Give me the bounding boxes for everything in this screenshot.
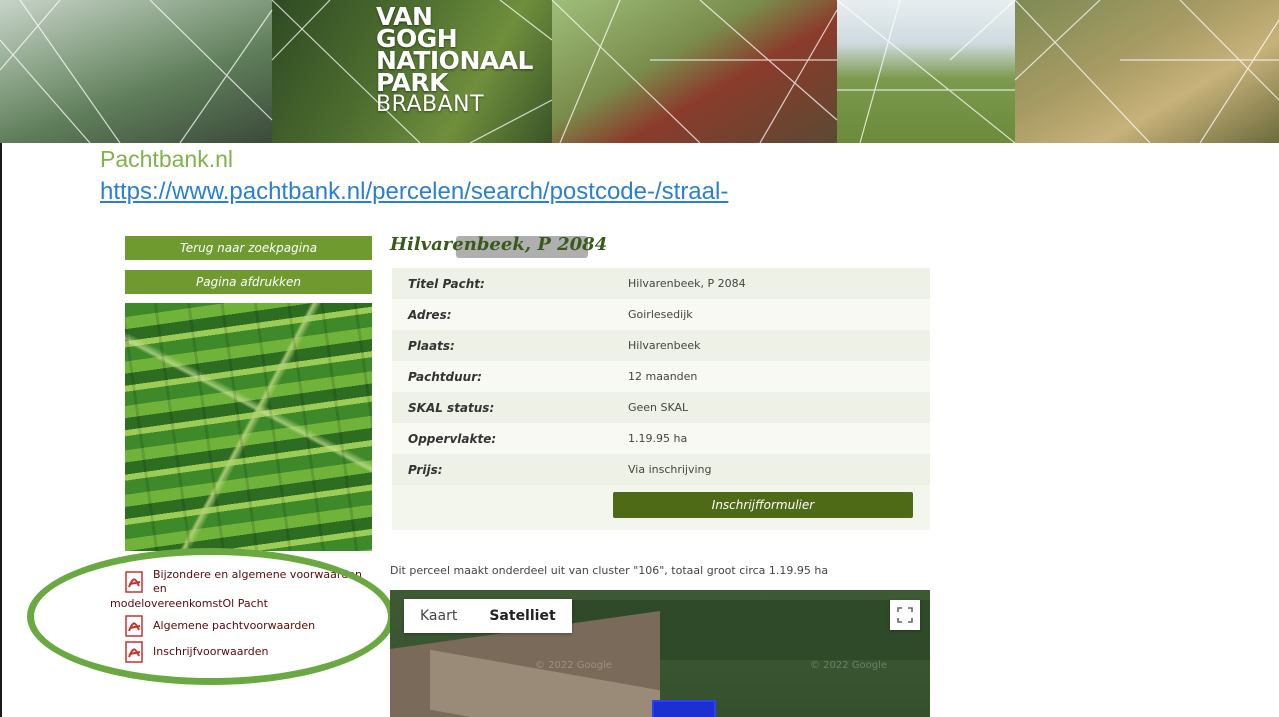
detail-label: Pachtduur: xyxy=(408,369,482,384)
map-watermark: © 2022 Google xyxy=(535,660,613,671)
registration-form-button[interactable]: Inschrijfformulier xyxy=(613,492,913,518)
detail-value: 12 maanden xyxy=(628,370,698,383)
detail-value: Via inschrijving xyxy=(628,463,712,476)
parcel-highlight-polygon[interactable] xyxy=(652,700,716,717)
parcel-details-table: Titel Pacht: Hilvarenbeek, P 2084 Adres:… xyxy=(392,268,930,530)
map-tab-satelliet[interactable]: Satelliet xyxy=(473,599,571,633)
park-logo-text: VAN GOGH NATIONAAL PARK BRABANT xyxy=(376,2,534,117)
map-watermark: © 2022 Google xyxy=(810,660,888,671)
detail-label: Adres: xyxy=(408,307,452,322)
map-tab-kaart[interactable]: Kaart xyxy=(404,599,473,633)
slide-url-link[interactable]: https://www.pachtbank.nl/percelen/search… xyxy=(100,178,728,206)
parcel-heading: Hilvarenbeek, P 2084 xyxy=(390,234,608,255)
detail-row: Pachtduur: 12 maanden xyxy=(392,361,930,392)
cluster-info-text: Dit perceel maakt onderdeel uit van clus… xyxy=(390,564,829,577)
detail-label: Plaats: xyxy=(408,338,455,353)
detail-label: Titel Pacht: xyxy=(408,276,485,291)
annotation-circle xyxy=(27,548,395,685)
detail-row: Titel Pacht: Hilvarenbeek, P 2084 xyxy=(392,268,930,299)
detail-value: Goirlesedijk xyxy=(628,308,693,321)
slide-title: Pachtbank.nl xyxy=(100,146,233,172)
detail-row: SKAL status: Geen SKAL xyxy=(392,392,930,423)
detail-row: Oppervlakte: 1.19.95 ha xyxy=(392,423,930,454)
detail-value: Hilvarenbeek xyxy=(628,339,701,352)
detail-value: 1.19.95 ha xyxy=(628,432,688,445)
detail-label: Prijs: xyxy=(408,462,443,477)
back-to-search-button[interactable]: Terug naar zoekpagina xyxy=(125,236,372,260)
detail-row: Adres: Goirlesedijk xyxy=(392,299,930,330)
print-page-button[interactable]: Pagina afdrukken xyxy=(125,270,372,294)
satellite-map[interactable]: © 2022 Google © 2022 Google Kaart Satell… xyxy=(390,590,930,717)
header-banner: VAN GOGH NATIONAAL PARK BRABANT xyxy=(0,0,1279,143)
detail-value: Geen SKAL xyxy=(628,401,689,414)
detail-row: Prijs: Via inschrijving xyxy=(392,454,930,485)
detail-label: Oppervlakte: xyxy=(408,431,497,446)
detail-value: Hilvarenbeek, P 2084 xyxy=(628,277,746,290)
fullscreen-icon xyxy=(897,607,913,623)
detail-row: Plaats: Hilvarenbeek xyxy=(392,330,930,361)
detail-label: SKAL status: xyxy=(408,400,495,415)
aerial-field-image xyxy=(125,303,372,551)
map-type-tabs: Kaart Satelliet xyxy=(404,599,572,633)
banner-line-pattern xyxy=(0,0,1279,143)
fullscreen-button[interactable] xyxy=(890,600,920,630)
